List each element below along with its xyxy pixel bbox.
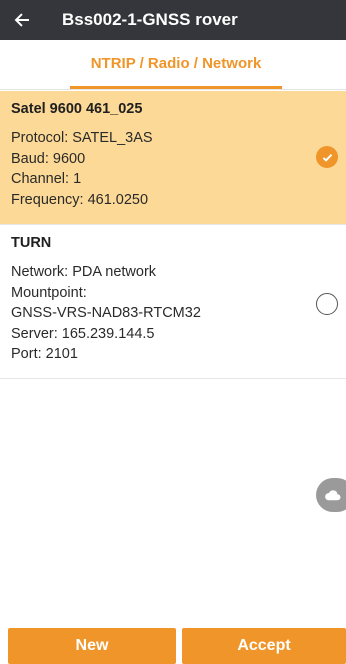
- item-detail-line: Frequency: 461.0250: [11, 191, 149, 208]
- page-title: Bss002-1-GNSS rover: [62, 10, 238, 29]
- item-detail-line: Mountpoint:: [11, 284, 87, 301]
- selected-radio[interactable]: [316, 146, 338, 168]
- unselected-radio[interactable]: [316, 293, 338, 315]
- item-detail-line: GNSS-VRS-NAD83-RTCM32: [11, 305, 201, 321]
- item-detail-line: Network: PDA network: [11, 264, 157, 280]
- item-detail-line: Server: 165.239.144.5: [11, 325, 155, 342]
- back-button[interactable]: [0, 0, 44, 40]
- arrow-left-icon: [14, 13, 29, 27]
- app-bar: Bss002-1-GNSS rover: [0, 0, 346, 40]
- item-title: TURN: [11, 235, 52, 251]
- item-title: Satel 9600 461_025: [11, 101, 143, 117]
- list-item[interactable]: Satel 9600 461_025 Protocol: SATEL_3AS B…: [0, 91, 346, 225]
- accept-button[interactable]: Accept: [182, 628, 346, 664]
- item-details: Network: PDA network Mountpoint: GNSS-VR…: [11, 262, 201, 365]
- item-detail-line: Protocol: SATEL_3AS: [11, 130, 153, 146]
- item-detail-line: Port: 2101: [11, 346, 78, 362]
- item-detail-line: Baud: 9600: [11, 150, 86, 167]
- list-item[interactable]: TURN Network: PDA network Mountpoint: GN…: [0, 225, 346, 379]
- bottom-actions: New Accept: [0, 626, 346, 664]
- new-button[interactable]: New: [8, 628, 176, 664]
- checkmark-icon: [322, 153, 332, 162]
- item-details: Protocol: SATEL_3AS Baud: 9600 Channel: …: [11, 128, 153, 210]
- connection-list: Satel 9600 461_025 Protocol: SATEL_3AS B…: [0, 91, 346, 379]
- item-detail-line: Channel: 1: [11, 171, 82, 187]
- cloud-fab-button[interactable]: [316, 478, 346, 512]
- tab-bar: NTRIP / Radio / Network: [0, 40, 346, 90]
- cloud-icon: [325, 490, 341, 501]
- tab-ntrip-radio-network[interactable]: NTRIP / Radio / Network: [70, 40, 282, 89]
